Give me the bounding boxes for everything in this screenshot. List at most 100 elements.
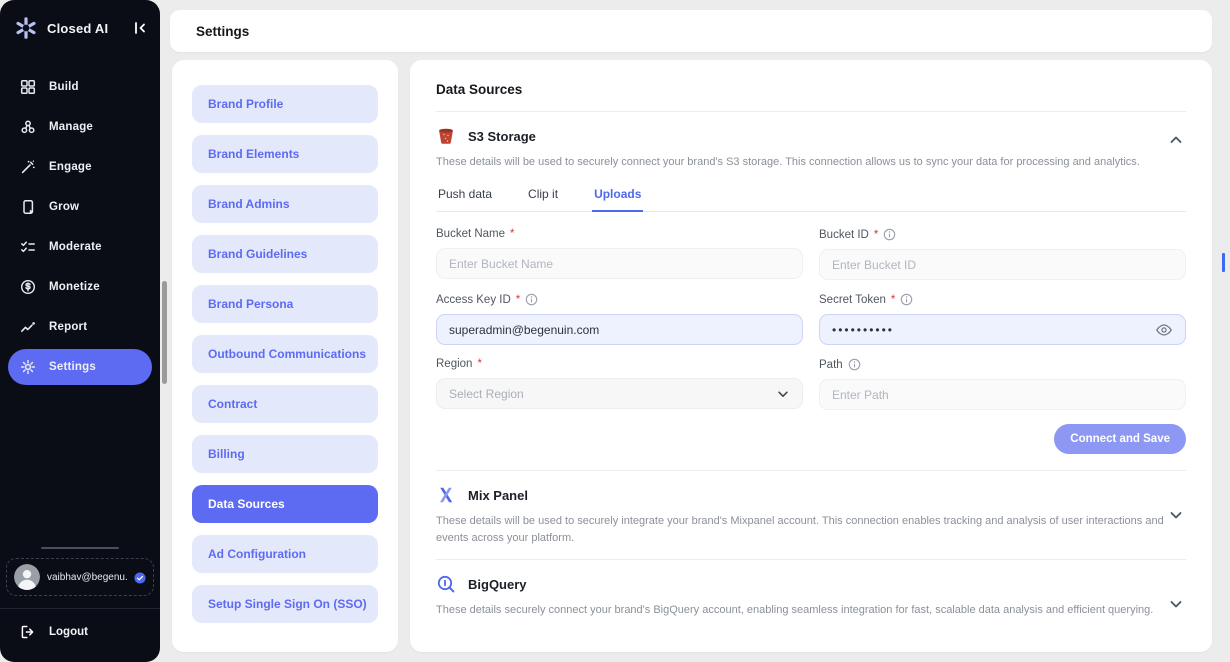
info-icon[interactable] (848, 358, 861, 371)
info-icon[interactable] (883, 228, 896, 241)
user-avatar (14, 564, 40, 590)
settings-nav-item-billing[interactable]: Billing (192, 435, 378, 473)
settings-nav-label: Brand Profile (208, 97, 283, 111)
user-account-chip[interactable]: vaibhav@begenu... (6, 558, 154, 596)
sidebar-item-report[interactable]: Report (0, 307, 160, 347)
path-field: Path (819, 358, 1186, 410)
show-password-eye-icon[interactable] (1155, 321, 1173, 339)
tab-label: Clip it (528, 187, 558, 201)
access-key-id-field: Access Key ID * (436, 293, 803, 345)
chevron-down-icon[interactable] (1168, 596, 1184, 612)
settings-nav-label: Ad Configuration (208, 547, 306, 561)
device-play-icon (20, 199, 36, 215)
sidebar-item-monetize[interactable]: Monetize (0, 267, 160, 307)
sidebar-item-manage[interactable]: Manage (0, 107, 160, 147)
settings-nav-item-brand-persona[interactable]: Brand Persona (192, 285, 378, 323)
s3-section-title: S3 Storage (468, 129, 536, 144)
region-field: Region * Select Region (436, 358, 803, 410)
user-email: vaibhav@begenu... (47, 572, 127, 583)
settings-nav-item-brand-admins[interactable]: Brand Admins (192, 185, 378, 223)
panel-title: Data Sources (436, 82, 1186, 97)
settings-nav-label: Brand Guidelines (208, 247, 307, 261)
secret-token-input[interactable]: •••••••••• (819, 314, 1186, 345)
region-label: Region * (436, 358, 803, 370)
info-icon[interactable] (525, 293, 538, 306)
connect-and-save-button[interactable]: Connect and Save (1054, 424, 1186, 454)
sidebar-item-moderate[interactable]: Moderate (0, 227, 160, 267)
settings-nav-item-setup-single-sign-on-sso[interactable]: Setup Single Sign On (SSO) (192, 585, 378, 623)
settings-nav-item-ad-configuration[interactable]: Ad Configuration (192, 535, 378, 573)
s3-tabs: Push data Clip it Uploads (436, 183, 1186, 212)
page-header: Settings (170, 10, 1212, 52)
chevron-up-icon[interactable] (1168, 132, 1184, 148)
sidebar-item-label: Settings (49, 361, 96, 373)
path-input[interactable] (819, 379, 1186, 410)
sidebar-item-engage[interactable]: Engage (0, 147, 160, 187)
settings-nav-label: Brand Admins (208, 197, 290, 211)
sidebar: Closed AI Build Manage Engage Grow Moderate M… (0, 0, 160, 662)
sidebar-item-settings[interactable]: Settings (8, 349, 152, 385)
bigquery-section: BigQuery These details securely connect … (436, 574, 1186, 619)
s3-storage-section: S3 Storage These details will be used to… (436, 126, 1186, 454)
settings-nav-item-contract[interactable]: Contract (192, 385, 378, 423)
bucket-id-input[interactable] (819, 249, 1186, 280)
mixpanel-section-description: These details will be used to securely i… (436, 513, 1171, 547)
grid-icon (20, 79, 36, 95)
s3-form: Bucket Name * Bucket ID * Acc (436, 228, 1186, 410)
required-asterisk: * (516, 294, 520, 306)
settings-nav-item-data-sources[interactable]: Data Sources (192, 485, 378, 523)
sidebar-item-grow[interactable]: Grow (0, 187, 160, 227)
info-icon[interactable] (900, 293, 913, 306)
settings-nav-label: Brand Persona (208, 297, 293, 311)
divider (436, 111, 1186, 112)
required-asterisk: * (874, 229, 878, 241)
collapse-sidebar-icon[interactable] (132, 20, 148, 36)
bucket-id-label: Bucket ID * (819, 228, 1186, 241)
sidebar-item-label: Engage (49, 161, 92, 173)
nodes-icon (20, 119, 36, 135)
settings-nav-label: Setup Single Sign On (SSO) (208, 597, 367, 611)
brand-name: Closed AI (47, 21, 124, 36)
settings-nav-item-brand-guidelines[interactable]: Brand Guidelines (192, 235, 378, 273)
settings-nav-item-brand-profile[interactable]: Brand Profile (192, 85, 378, 123)
sidebar-item-label: Manage (49, 121, 93, 133)
sidebar-divider-handle (41, 547, 119, 549)
bucket-name-input[interactable] (436, 248, 803, 279)
wand-icon (20, 159, 36, 175)
sidebar-item-label: Moderate (49, 241, 102, 253)
bigquery-logo-icon (436, 574, 456, 594)
trend-chart-icon (20, 319, 36, 335)
gear-icon (20, 359, 36, 375)
sidebar-header: Closed AI (0, 0, 160, 61)
mixpanel-logo-icon (436, 485, 456, 505)
bigquery-section-title: BigQuery (468, 577, 527, 592)
access-key-id-input[interactable] (436, 314, 803, 345)
sidebar-menu: Build Manage Engage Grow Moderate MonetizeRep… (0, 61, 160, 547)
sidebar-item-label: Build (49, 81, 79, 93)
settings-nav: Brand Profile Brand Elements Brand Admins B… (172, 60, 398, 652)
tab-push-data[interactable]: Push data (436, 183, 494, 211)
masked-secret-value: •••••••••• (832, 323, 1155, 337)
path-label: Path (819, 358, 1186, 371)
region-select[interactable]: Select Region (436, 378, 803, 409)
verified-badge-icon (134, 571, 146, 583)
chevron-down-icon[interactable] (1168, 507, 1184, 523)
secret-token-label: Secret Token * (819, 293, 1186, 306)
settings-nav-item-outbound-communications[interactable]: Outbound Communications (192, 335, 378, 373)
divider (436, 470, 1186, 471)
tab-label: Push data (438, 187, 492, 201)
settings-nav-label: Contract (208, 397, 257, 411)
divider (436, 559, 1186, 560)
settings-nav-label: Outbound Communications (208, 347, 366, 361)
tab-clip-it[interactable]: Clip it (526, 183, 560, 211)
settings-nav-item-brand-elements[interactable]: Brand Elements (192, 135, 378, 173)
tab-label: Uploads (594, 187, 641, 201)
tab-uploads[interactable]: Uploads (592, 183, 643, 212)
logout-button[interactable]: Logout (0, 609, 160, 656)
mixpanel-section-title: Mix Panel (468, 488, 528, 503)
sidebar-item-build[interactable]: Build (0, 67, 160, 107)
logout-icon (20, 624, 36, 640)
content-scrollbar-thumb[interactable] (162, 281, 167, 384)
region-placeholder: Select Region (449, 387, 524, 401)
closed-ai-logo-icon (13, 15, 39, 41)
